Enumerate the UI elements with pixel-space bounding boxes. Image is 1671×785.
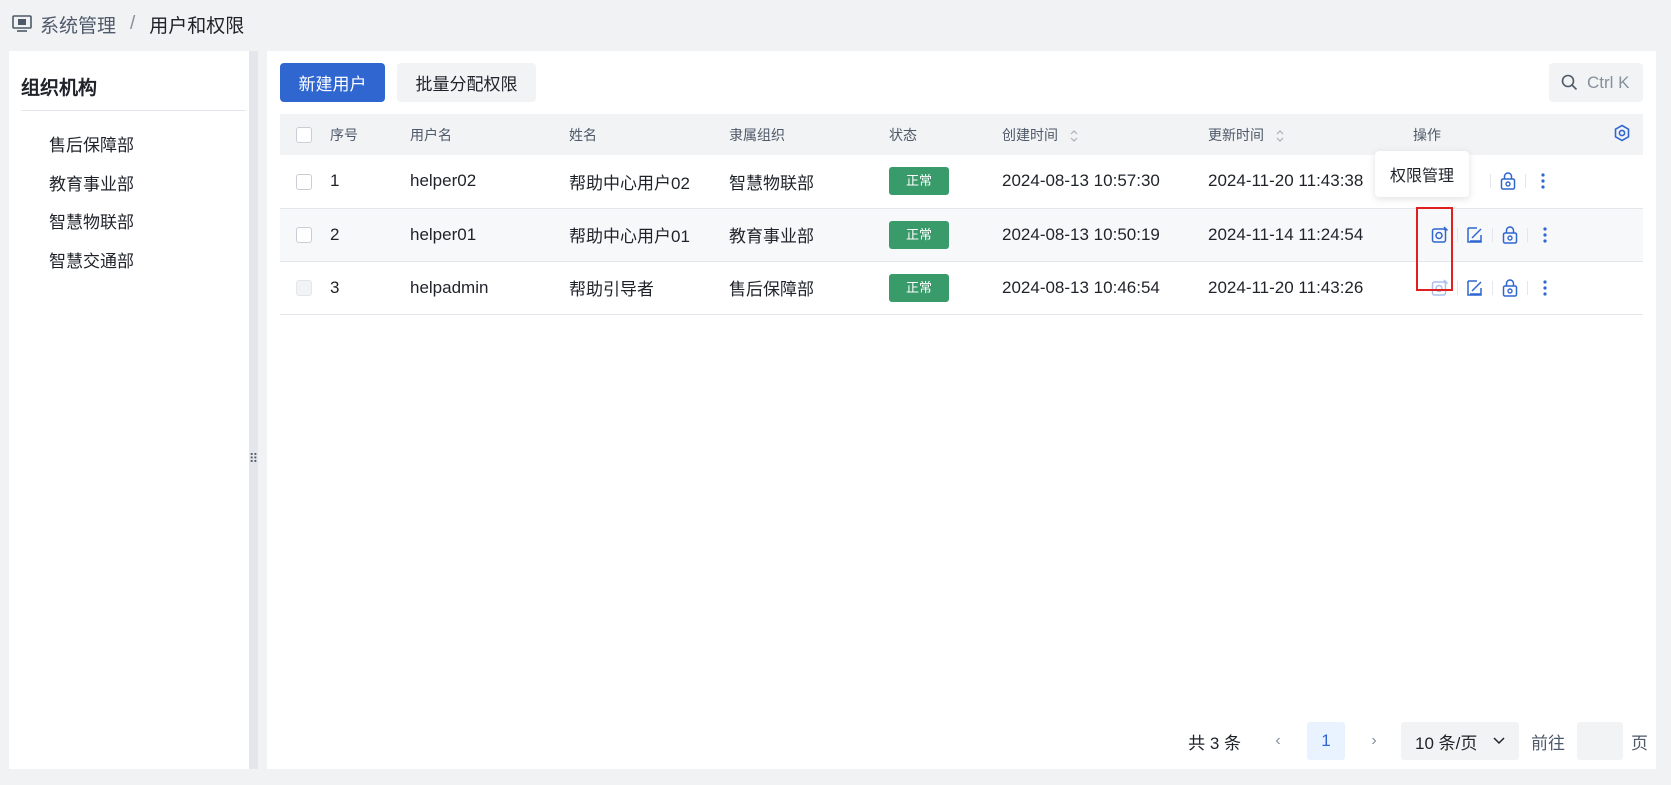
action-separator xyxy=(1527,227,1528,242)
header-created-label: 创建时间 xyxy=(1002,126,1058,143)
breadcrumb: 系统管理 / 用户和权限 xyxy=(12,10,244,38)
column-settings-icon[interactable] xyxy=(1613,124,1631,142)
header-name: 姓名 xyxy=(569,126,597,143)
cell-index: 2 xyxy=(330,224,340,244)
breadcrumb-current: 用户和权限 xyxy=(149,15,245,37)
reset-password-lock-icon[interactable] xyxy=(1499,224,1521,246)
cell-username: helpadmin xyxy=(410,277,489,297)
org-item-traffic[interactable]: 智慧交通部 xyxy=(49,243,134,282)
goto-page-input[interactable] xyxy=(1577,722,1623,760)
sort-icon[interactable] xyxy=(1276,129,1284,143)
table-header-row: 序号 用户名 姓名 隶属组织 状态 创建时间 更新时间 操作 xyxy=(280,114,1643,155)
cell-org: 教育事业部 xyxy=(729,227,814,246)
status-badge: 正常 xyxy=(889,273,950,302)
header-created[interactable]: 创建时间 xyxy=(1002,114,1208,155)
status-badge: 正常 xyxy=(889,167,950,196)
cell-created: 2024-08-13 10:57:30 xyxy=(1002,171,1160,191)
monitor-icon xyxy=(12,15,32,33)
edit-icon[interactable] xyxy=(1464,277,1486,299)
header-username: 用户名 xyxy=(410,126,452,143)
pagination-total: 共 3 条 xyxy=(1188,733,1241,753)
action-separator xyxy=(1492,227,1493,242)
sidebar-divider xyxy=(21,110,246,111)
cell-index: 1 xyxy=(330,171,340,191)
header-updated-label: 更新时间 xyxy=(1208,126,1264,143)
org-item-iot[interactable]: 智慧物联部 xyxy=(49,204,134,243)
main-panel: 新建用户 批量分配权限 Ctrl K 序号 用户名 姓名 隶属组织 状态 创建时… xyxy=(267,51,1656,769)
org-item-education[interactable]: 教育事业部 xyxy=(49,166,134,205)
header-status: 状态 xyxy=(889,126,917,143)
more-actions-icon[interactable] xyxy=(1532,170,1554,192)
cell-org: 售后保障部 xyxy=(729,280,814,299)
row-checkbox[interactable] xyxy=(296,227,312,244)
search-button[interactable]: Ctrl K xyxy=(1549,63,1643,102)
page-size-select[interactable]: 10 条/页 xyxy=(1401,722,1519,760)
goto-unit-label: 页 xyxy=(1631,733,1648,753)
org-item-after-sales[interactable]: 售后保障部 xyxy=(49,127,134,166)
page-button-current[interactable]: 1 xyxy=(1307,722,1345,760)
status-badge: 正常 xyxy=(889,220,950,249)
new-user-button[interactable]: 新建用户 xyxy=(280,63,385,102)
row-checkbox-disabled xyxy=(296,280,312,297)
header-actions: 操作 xyxy=(1413,126,1441,143)
cell-name: 帮助中心用户01 xyxy=(569,227,690,246)
select-all-checkbox[interactable] xyxy=(296,127,312,144)
reset-password-lock-icon[interactable] xyxy=(1497,170,1519,192)
action-separator xyxy=(1457,280,1458,295)
cell-updated: 2024-11-20 11:43:26 xyxy=(1208,277,1364,297)
cell-username: helper02 xyxy=(410,171,477,191)
action-separator xyxy=(1525,174,1526,189)
permission-management-tooltip: 权限管理 xyxy=(1375,151,1469,197)
header-index: 序号 xyxy=(330,126,358,143)
panel-splitter[interactable]: ⠿ xyxy=(249,51,258,769)
batch-assign-permissions-button[interactable]: 批量分配权限 xyxy=(397,63,536,102)
breadcrumb-separator: / xyxy=(130,13,136,34)
org-tree: 售后保障部 教育事业部 智慧物联部 智慧交通部 xyxy=(49,127,134,281)
action-separator xyxy=(1527,280,1528,295)
edit-icon[interactable] xyxy=(1464,224,1486,246)
more-actions-icon[interactable] xyxy=(1534,277,1556,299)
page-size-value: 10 条/页 xyxy=(1415,733,1478,753)
prev-page-icon[interactable]: ‹ xyxy=(1263,732,1293,750)
reset-password-lock-icon[interactable] xyxy=(1499,277,1521,299)
cell-username: helper01 xyxy=(410,224,477,244)
header-org: 隶属组织 xyxy=(729,126,785,143)
cell-index: 3 xyxy=(330,277,340,297)
header-updated[interactable]: 更新时间 xyxy=(1208,114,1413,155)
goto-label: 前往 xyxy=(1531,733,1565,753)
pagination: 共 3 条 ‹ 1 › 10 条/页 前往 页 xyxy=(1188,722,1648,760)
action-separator xyxy=(1457,227,1458,242)
cell-created: 2024-08-13 10:46:54 xyxy=(1002,277,1160,297)
search-shortcut-label: Ctrl K xyxy=(1587,72,1630,92)
more-actions-icon[interactable] xyxy=(1534,224,1556,246)
action-separator xyxy=(1490,174,1491,189)
cell-updated: 2024-11-14 11:24:54 xyxy=(1208,224,1364,244)
drag-handle-icon[interactable]: ⠿ xyxy=(249,447,259,471)
cell-org: 智慧物联部 xyxy=(729,173,814,193)
chevron-down-icon xyxy=(1493,737,1505,745)
cell-name: 帮助引导者 xyxy=(569,280,654,299)
sidebar-title: 组织机构 xyxy=(21,78,98,99)
action-separator xyxy=(1492,280,1493,295)
search-icon xyxy=(1561,74,1578,91)
cell-name: 帮助中心用户02 xyxy=(569,173,690,193)
breadcrumb-root[interactable]: 系统管理 xyxy=(40,11,116,38)
row-checkbox[interactable] xyxy=(296,173,312,190)
highlight-annotation-box xyxy=(1416,207,1453,291)
sort-icon[interactable] xyxy=(1070,129,1078,143)
cell-created: 2024-08-13 10:50:19 xyxy=(1002,224,1160,244)
next-page-icon[interactable]: › xyxy=(1359,732,1389,750)
org-sidebar: 组织机构 售后保障部 教育事业部 智慧物联部 智慧交通部 xyxy=(9,51,249,769)
